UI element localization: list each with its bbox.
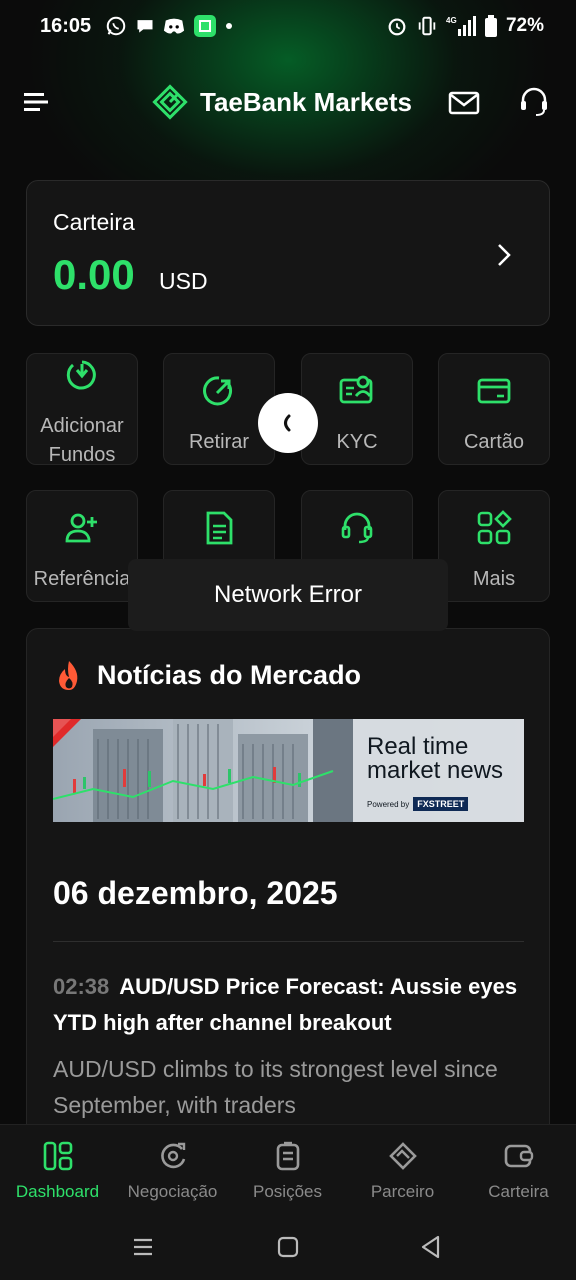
headset-icon [521,87,547,116]
news-article-headline: AUD/USD Price Forecast: Aussie eyes YTD … [53,974,518,1035]
app-header: TaeBank Markets [0,72,576,134]
wallet-card[interactable]: Carteira 0.00 USD [26,180,550,326]
nav-positions[interactable]: Posições [230,1125,345,1215]
nav-trading-label: Negociação [127,1182,218,1201]
status-time: 16:05 [40,14,92,37]
brand: TaeBank Markets [152,84,412,120]
trading-icon [160,1142,185,1169]
positions-icon [276,1141,299,1171]
battery-percent: 72% [505,15,544,36]
nav-wallet[interactable]: Carteira [461,1125,576,1215]
back-icon[interactable] [416,1232,446,1262]
wallet-balance: 0.00 [53,251,135,298]
fxstreet-logo: FXSTREET [413,797,469,811]
more-button[interactable]: Mais [438,490,550,602]
mail-icon [448,91,480,115]
home-icon[interactable] [273,1232,303,1262]
more-label: Mais [472,568,516,590]
status-bar: 16:05 4G 72% [0,0,576,52]
banner-line-1: Real time [367,733,469,760]
fire-icon [59,661,78,690]
market-news-card: Notícias do Mercado Real time market new… [26,628,550,1148]
referral-label: Referência [33,568,131,590]
nav-wallet-label: Carteira [488,1182,549,1201]
card-button[interactable]: Cartão [438,353,550,465]
chat-bubble-icon [137,20,153,33]
nav-dashboard[interactable]: Dashboard [0,1125,115,1215]
news-section-title: Notícias do Mercado [97,659,362,690]
add-funds-icon [66,360,96,390]
error-toast: Network Error [128,559,448,631]
divider [53,941,524,942]
app-notification-icon [194,15,217,37]
news-article-summary: AUD/USD climbs to its strongest level si… [53,1056,498,1118]
card-label: Cartão [463,431,525,453]
messages-button[interactable] [448,88,480,118]
add-funds-label: Adicionar Fundos [40,415,124,466]
dot-icon [226,23,233,29]
customer-support-button[interactable] [518,86,550,118]
wallet-title: Carteira [53,209,135,235]
nav-positions-label: Posições [253,1182,322,1201]
chevron-right-icon [498,244,511,266]
partner-handshake-icon [388,1142,417,1170]
signal-icon: 4G [446,16,476,36]
support-headset-icon [341,512,373,544]
vibrate-icon [418,16,436,36]
nav-partner-label: Parceiro [370,1182,435,1201]
nav-dashboard-label: Dashboard [15,1182,100,1201]
wallet-currency: USD [159,268,208,294]
hamburger-menu-icon [24,93,48,111]
discord-icon [164,18,185,34]
news-article-headline-row: 02:38 AUD/USD Price Forecast: Aussie eyes… [53,969,524,1041]
kyc-icon [339,375,373,404]
bottom-navigation: Dashboard Negociação Posições Parceiro C… [0,1124,576,1214]
news-article-time: 02:38 [53,974,110,999]
toast-message: Network Error [213,581,363,608]
referral-icon [65,513,97,543]
dashboard-icon [43,1141,72,1171]
whatsapp-icon [106,16,126,36]
news-date: 06 dezembro, 2025 [53,875,338,911]
recent-apps-icon[interactable] [128,1232,158,1262]
status-right: 4G 72% [386,15,544,37]
add-funds-button[interactable]: Adicionar Fundos [26,353,138,466]
brand-name: TaeBank Markets [200,86,412,117]
kyc-label: KYC [336,431,378,453]
svg-text:4G: 4G [446,16,457,25]
powered-by-label: Powered by [367,799,410,809]
banner-line-2: market news [367,757,504,784]
wallet-icon [504,1144,533,1168]
system-navigation-bar [0,1214,576,1280]
banner-powered-by: Powered by FXSTREET [367,797,469,811]
alarm-icon [388,18,406,36]
nav-partner[interactable]: Parceiro [345,1125,460,1215]
taebank-logo-icon [152,84,188,120]
spinner-arc-icon [284,414,291,432]
news-article[interactable]: 02:38 AUD/USD Price Forecast: Aussie eyes… [53,969,524,1123]
referral-button[interactable]: Referência [26,490,138,602]
loading-spinner [258,393,318,453]
news-banner[interactable]: Real time market news Powered by FXSTREE… [53,719,524,822]
notification-icons [105,14,233,38]
battery-icon [484,15,497,37]
menu-button[interactable] [22,88,50,116]
withdraw-icon [203,376,232,406]
news-header: Notícias do Mercado [55,659,361,691]
document-icon [206,511,233,545]
banner-headline: Real time market news [367,735,523,783]
card-icon [477,378,511,404]
more-grid-icon [477,510,512,545]
nav-trading[interactable]: Negociação [115,1125,230,1215]
